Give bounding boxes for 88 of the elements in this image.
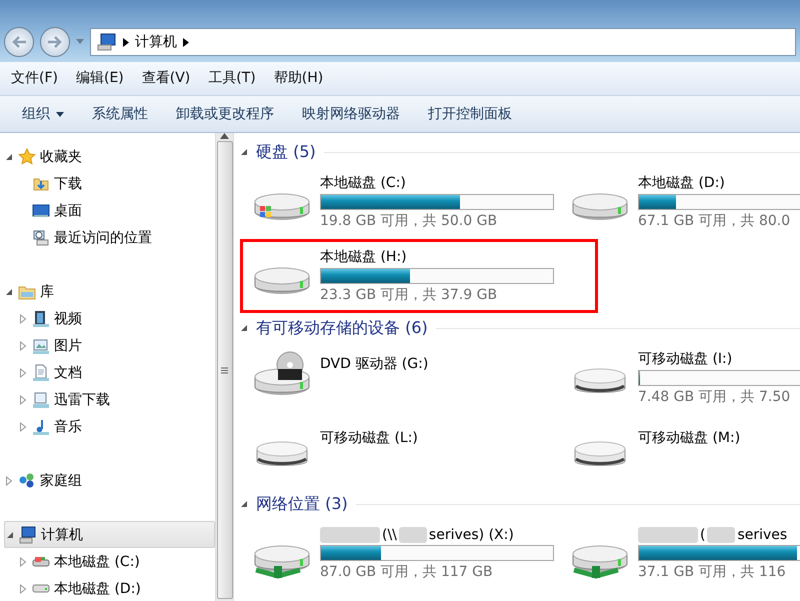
free-space-text: 19.8 GB 可用，共 50.0 GB bbox=[320, 212, 498, 230]
expanded-arrow-icon[interactable] bbox=[5, 288, 13, 296]
nav-item[interactable]: 库 bbox=[4, 278, 215, 305]
dropdown-icon bbox=[76, 39, 84, 45]
free-space-text: 7.48 GB 可用，共 7.50 bbox=[638, 388, 792, 406]
expanded-arrow-icon[interactable] bbox=[240, 500, 248, 508]
menu-item[interactable]: 文件(F) bbox=[2, 62, 67, 95]
blurred-text-block bbox=[638, 527, 698, 543]
menu-item[interactable]: 帮助(H) bbox=[264, 62, 332, 95]
drive-name: DVD 驱动器 (G:) bbox=[320, 355, 428, 373]
film-icon bbox=[32, 310, 50, 328]
computer-icon bbox=[97, 33, 117, 51]
nav-item[interactable]: 桌面 bbox=[4, 197, 215, 224]
document-icon bbox=[32, 364, 50, 382]
people-icon bbox=[18, 472, 36, 490]
toolbar-button[interactable]: 组织 bbox=[10, 99, 76, 129]
free-space-text: 67.1 GB 可用，共 80.0 bbox=[638, 212, 792, 230]
drive-tile[interactable]: 可移动磁盘 (L:) bbox=[240, 415, 558, 489]
blurred-text-block bbox=[398, 527, 427, 543]
monitor-icon bbox=[32, 390, 50, 408]
picture-icon bbox=[32, 336, 50, 354]
expanded-arrow-icon[interactable] bbox=[6, 530, 14, 538]
nav-item[interactable]: 文档 bbox=[4, 359, 215, 386]
drive-icon bbox=[32, 584, 50, 593]
nav-item[interactable]: 图片 bbox=[4, 332, 215, 359]
computer-icon bbox=[32, 228, 50, 246]
chevron-icon bbox=[183, 38, 189, 46]
section-header[interactable]: 硬盘 (5) bbox=[256, 142, 316, 162]
expanded-arrow-icon[interactable] bbox=[240, 148, 248, 156]
up-arrow-icon bbox=[220, 133, 229, 139]
chevron-icon bbox=[123, 38, 129, 46]
grip-icon bbox=[221, 366, 228, 374]
back-button[interactable] bbox=[4, 27, 34, 57]
left-arrow-icon bbox=[11, 35, 27, 49]
drive-tile[interactable]: 可移动磁盘 (I:) 7.48 GB 可用，共 7.50 bbox=[558, 341, 800, 415]
toolbar-button[interactable]: 系统属性 bbox=[80, 99, 160, 129]
free-space-text: 87.0 GB 可用，共 117 GB bbox=[320, 563, 494, 581]
nav-item[interactable]: 迅雷下载 bbox=[4, 386, 215, 413]
drive-tile[interactable]: ( serives 37.1 GB 可用，共 116 bbox=[558, 517, 800, 591]
drive-icon bbox=[32, 556, 50, 567]
nav-item[interactable]: 收藏夹 bbox=[4, 143, 215, 170]
expanded-arrow-icon[interactable] bbox=[240, 324, 248, 332]
breadcrumb-item[interactable]: 计算机 bbox=[135, 33, 177, 51]
drive-name: serives bbox=[737, 527, 788, 543]
drive-name: 本地磁盘 (H:) bbox=[320, 248, 408, 266]
drive-name: ( bbox=[700, 527, 706, 543]
free-space-text: 23.3 GB 可用，共 37.9 GB bbox=[320, 286, 498, 304]
drive-name: 本地磁盘 (C:) bbox=[320, 174, 407, 192]
nav-item[interactable]: 最近访问的位置 bbox=[4, 224, 215, 251]
toolbar-button[interactable]: 打开控制面板 bbox=[416, 99, 524, 129]
music-note-icon bbox=[32, 418, 50, 436]
drive-name: 可移动磁盘 (I:) bbox=[638, 350, 734, 368]
collapsed-arrow-icon[interactable] bbox=[5, 476, 13, 486]
menu-item[interactable]: 工具(T) bbox=[199, 62, 265, 95]
drive-name: 本地磁盘 (D:) bbox=[638, 174, 726, 192]
expanded-arrow-icon[interactable] bbox=[5, 152, 13, 160]
right-arrow-icon bbox=[47, 35, 63, 49]
menu-item[interactable]: 编辑(E) bbox=[66, 62, 133, 95]
star-icon bbox=[18, 148, 36, 166]
forward-button[interactable] bbox=[40, 27, 70, 57]
drive-name: serives) (X:) bbox=[428, 527, 514, 543]
drive-name: (\\ bbox=[382, 527, 397, 543]
drive-tile[interactable]: 可移动磁盘 (M:) bbox=[558, 415, 800, 489]
nav-item[interactable]: 视频 bbox=[4, 305, 215, 332]
drive-tile[interactable]: 本地磁盘 (C:) 19.8 GB 可用，共 50.0 GB bbox=[240, 165, 558, 239]
nav-item[interactable]: 家庭组 bbox=[4, 467, 215, 494]
drive-tile[interactable]: (\\ serives) (X:) 87.0 GB 可用，共 117 GB bbox=[240, 517, 558, 591]
blurred-text-block bbox=[320, 527, 380, 543]
nav-item[interactable]: 音乐 bbox=[4, 413, 215, 440]
drive-name: 可移动磁盘 (M:) bbox=[638, 429, 740, 447]
blurred-text-block bbox=[707, 527, 736, 543]
nav-item[interactable]: 本地磁盘 (D:) bbox=[4, 575, 215, 601]
menu-item[interactable]: 查看(V) bbox=[132, 62, 200, 95]
toolbar-button[interactable]: 卸载或更改程序 bbox=[164, 99, 286, 129]
highlighted-drive-tile[interactable]: 本地磁盘 (H:) 23.3 GB 可用，共 37.9 GB bbox=[240, 239, 598, 313]
section-header[interactable]: 网络位置 (3) bbox=[256, 494, 348, 514]
toolbar-button[interactable]: 映射网络驱动器 bbox=[290, 99, 412, 129]
address-bar[interactable]: 计算机 bbox=[90, 28, 796, 56]
nav-item[interactable]: 本地磁盘 (C:) bbox=[4, 548, 215, 575]
nav-item[interactable]: 计算机 bbox=[4, 521, 215, 548]
computer-icon bbox=[19, 526, 37, 544]
monitor-icon bbox=[32, 202, 50, 220]
section-header[interactable]: 有可移动存储的设备 (6) bbox=[256, 318, 428, 338]
drive-name: 可移动磁盘 (L:) bbox=[320, 429, 418, 447]
drive-tile[interactable]: 本地磁盘 (D:) 67.1 GB 可用，共 80.0 bbox=[558, 165, 800, 239]
nav-item[interactable]: 下载 bbox=[4, 170, 215, 197]
free-space-text: 37.1 GB 可用，共 116 bbox=[638, 563, 787, 581]
drive-tile[interactable]: DVD 驱动器 (G:) bbox=[240, 341, 558, 415]
